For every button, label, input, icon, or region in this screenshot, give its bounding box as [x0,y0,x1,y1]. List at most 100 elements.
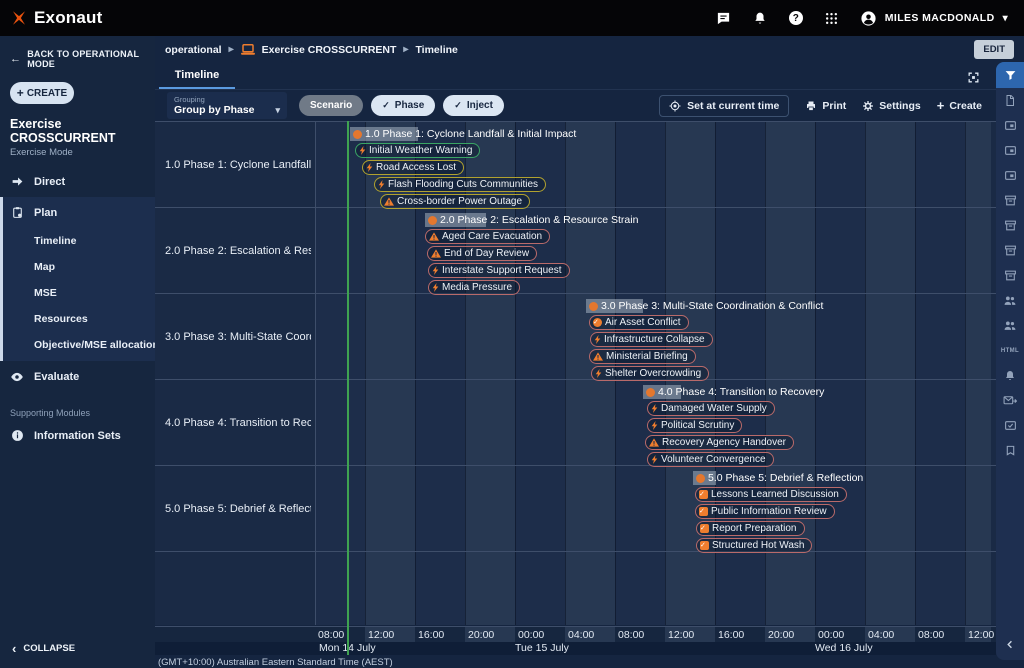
timezone-label: (GMT+10:00) Australian Eastern Standard … [155,655,996,668]
label-column-divider [315,122,316,625]
mail-forward-icon[interactable] [996,388,1024,413]
breadcrumb-page: Timeline [415,44,457,56]
sidebar-item-label: Plan [34,207,57,219]
print-label: Print [822,100,846,112]
inject-pill[interactable]: Political Scrutiny [647,418,742,433]
axis-tick-label: 04:00 [868,629,894,641]
breadcrumb-exercise[interactable]: Exercise CROSSCURRENT [262,44,397,56]
phase-bar-label: 5.0 Phase 5: Debrief & Reflection [708,472,863,484]
inject-pill[interactable]: Lessons Learned Discussion [695,487,847,502]
bolt-icon [594,334,601,345]
chip-inject[interactable]: Inject [443,95,504,116]
bell-icon[interactable] [996,363,1024,388]
help-icon[interactable] [789,11,803,25]
inject-label: Aged Care Evacuation [442,231,542,242]
phase-bar[interactable]: 4.0 Phase 4: Transition to Recovery [645,385,824,399]
inject-pill[interactable]: Shelter Overcrowding [591,366,709,381]
sidebar-collapse-button[interactable]: COLLAPSE [0,629,155,668]
print-button[interactable]: Print [805,100,846,112]
phase-row: 4.0 Phase 4: Transition to Recovery4.0 P… [155,380,996,466]
card-icon[interactable] [996,163,1024,188]
grouping-select[interactable]: Grouping Group by Phase [167,92,287,119]
card-icon[interactable] [996,113,1024,138]
chat-icon[interactable] [716,11,731,26]
phase-row: 2.0 Phase 2: Escalation & Resource S...2… [155,208,996,294]
exercise-title: Exercise CROSSCURRENT [0,112,155,145]
square-check-icon [700,541,709,550]
clipboard-icon [10,206,24,219]
phase-bar[interactable]: 2.0 Phase 2: Escalation & Resource Strai… [427,213,638,227]
sidebar-item-resources[interactable]: Resources [0,306,155,332]
chip-scenario[interactable]: Scenario [299,95,363,116]
settings-button[interactable]: Settings [862,100,920,112]
inject-pill[interactable]: Road Access Lost [362,160,464,175]
user-menu[interactable]: MILES MACDONALD [860,10,1008,27]
inject-label: Flash Flooding Cuts Communities [388,179,538,190]
apps-grid-icon[interactable] [825,12,838,25]
axis-day-label: Wed 16 July [815,642,873,655]
sidebar-item-direct[interactable]: Direct [0,166,155,197]
sidebar-item-information-sets[interactable]: Information Sets [0,420,155,451]
archive-icon[interactable] [996,263,1024,288]
inject-pill[interactable]: Flash Flooding Cuts Communities [374,177,546,192]
chevron-down-icon [275,104,280,116]
inject-label: Cross-border Power Outage [397,196,522,207]
book-icon[interactable] [996,438,1024,463]
inject-pill[interactable]: Infrastructure Collapse [590,332,713,347]
axis-tick-label: 00:00 [518,629,544,641]
inject-pill[interactable]: Volunteer Convergence [647,452,774,467]
card-check-icon[interactable] [996,413,1024,438]
inject-pill[interactable]: Damaged Water Supply [647,401,775,416]
inject-pill[interactable]: Report Preparation [696,521,805,536]
sidebar-item-plan[interactable]: Plan [0,197,155,228]
info-icon [10,429,24,442]
sidebar-item-evaluate[interactable]: Evaluate [0,361,155,393]
sidebar-item-objective-mse-allocation[interactable]: Objective/MSE allocation [0,332,155,358]
sidebar-item-mse[interactable]: MSE [0,280,155,306]
phase-bar[interactable]: 5.0 Phase 5: Debrief & Reflection [695,471,863,485]
rail-collapse-chevron-left-icon[interactable] [1005,639,1016,650]
fullscreen-icon[interactable] [967,71,980,84]
users-icon[interactable] [996,288,1024,313]
html-icon[interactable]: HTML [996,338,1024,363]
edit-button[interactable]: EDIT [974,40,1014,59]
card-icon[interactable] [996,138,1024,163]
inject-pill[interactable]: Recovery Agency Handover [645,435,794,450]
sidebar-item-timeline[interactable]: Timeline [0,228,155,254]
back-to-operational-mode[interactable]: BACK TO OPERATIONAL MODE [0,36,155,73]
breadcrumb-root[interactable]: operational [165,44,222,56]
phase-bar-label: 2.0 Phase 2: Escalation & Resource Strai… [440,214,638,226]
phase-bar[interactable]: 3.0 Phase 3: Multi-State Coordination & … [588,299,823,313]
phase-bar[interactable]: 1.0 Phase 1: Cyclone Landfall & Initial … [352,127,576,141]
set-at-current-time-button[interactable]: Set at current time [659,95,789,117]
axis-tick-label: 00:00 [818,629,844,641]
inject-pill[interactable]: End of Day Review [427,246,537,261]
inject-label: Structured Hot Wash [712,540,804,551]
create-button[interactable]: CREATE [10,82,74,104]
inject-pill[interactable]: Aged Care Evacuation [425,229,550,244]
file-icon[interactable] [996,88,1024,113]
notifications-bell-icon[interactable] [753,11,767,26]
inject-pill[interactable]: Interstate Support Request [428,263,570,278]
current-time-marker[interactable] [347,121,349,655]
sidebar-item-map[interactable]: Map [0,254,155,280]
archive-icon[interactable] [996,188,1024,213]
inject-pill[interactable]: Media Pressure [428,280,520,295]
create-inject-button[interactable]: Create [937,98,982,113]
phase-row-label: 5.0 Phase 5: Debrief & Reflection [165,503,311,515]
chip-phase[interactable]: Phase [371,95,435,116]
inject-pill[interactable]: Cross-border Power Outage [380,194,530,209]
inject-label: Political Scrutiny [661,420,734,431]
inject-label: Lessons Learned Discussion [711,489,839,500]
tab-timeline[interactable]: Timeline [159,63,235,89]
archive-icon[interactable] [996,238,1024,263]
inject-pill[interactable]: Ministerial Briefing [589,349,696,364]
target-icon [669,100,681,112]
users-icon[interactable] [996,313,1024,338]
filter-icon[interactable] [996,62,1024,88]
archive-icon[interactable] [996,213,1024,238]
inject-pill[interactable]: Air Asset Conflict [589,315,689,330]
inject-pill[interactable]: Structured Hot Wash [696,538,812,553]
inject-pill[interactable]: Initial Weather Warning [355,143,480,158]
inject-pill[interactable]: Public Information Review [695,504,835,519]
